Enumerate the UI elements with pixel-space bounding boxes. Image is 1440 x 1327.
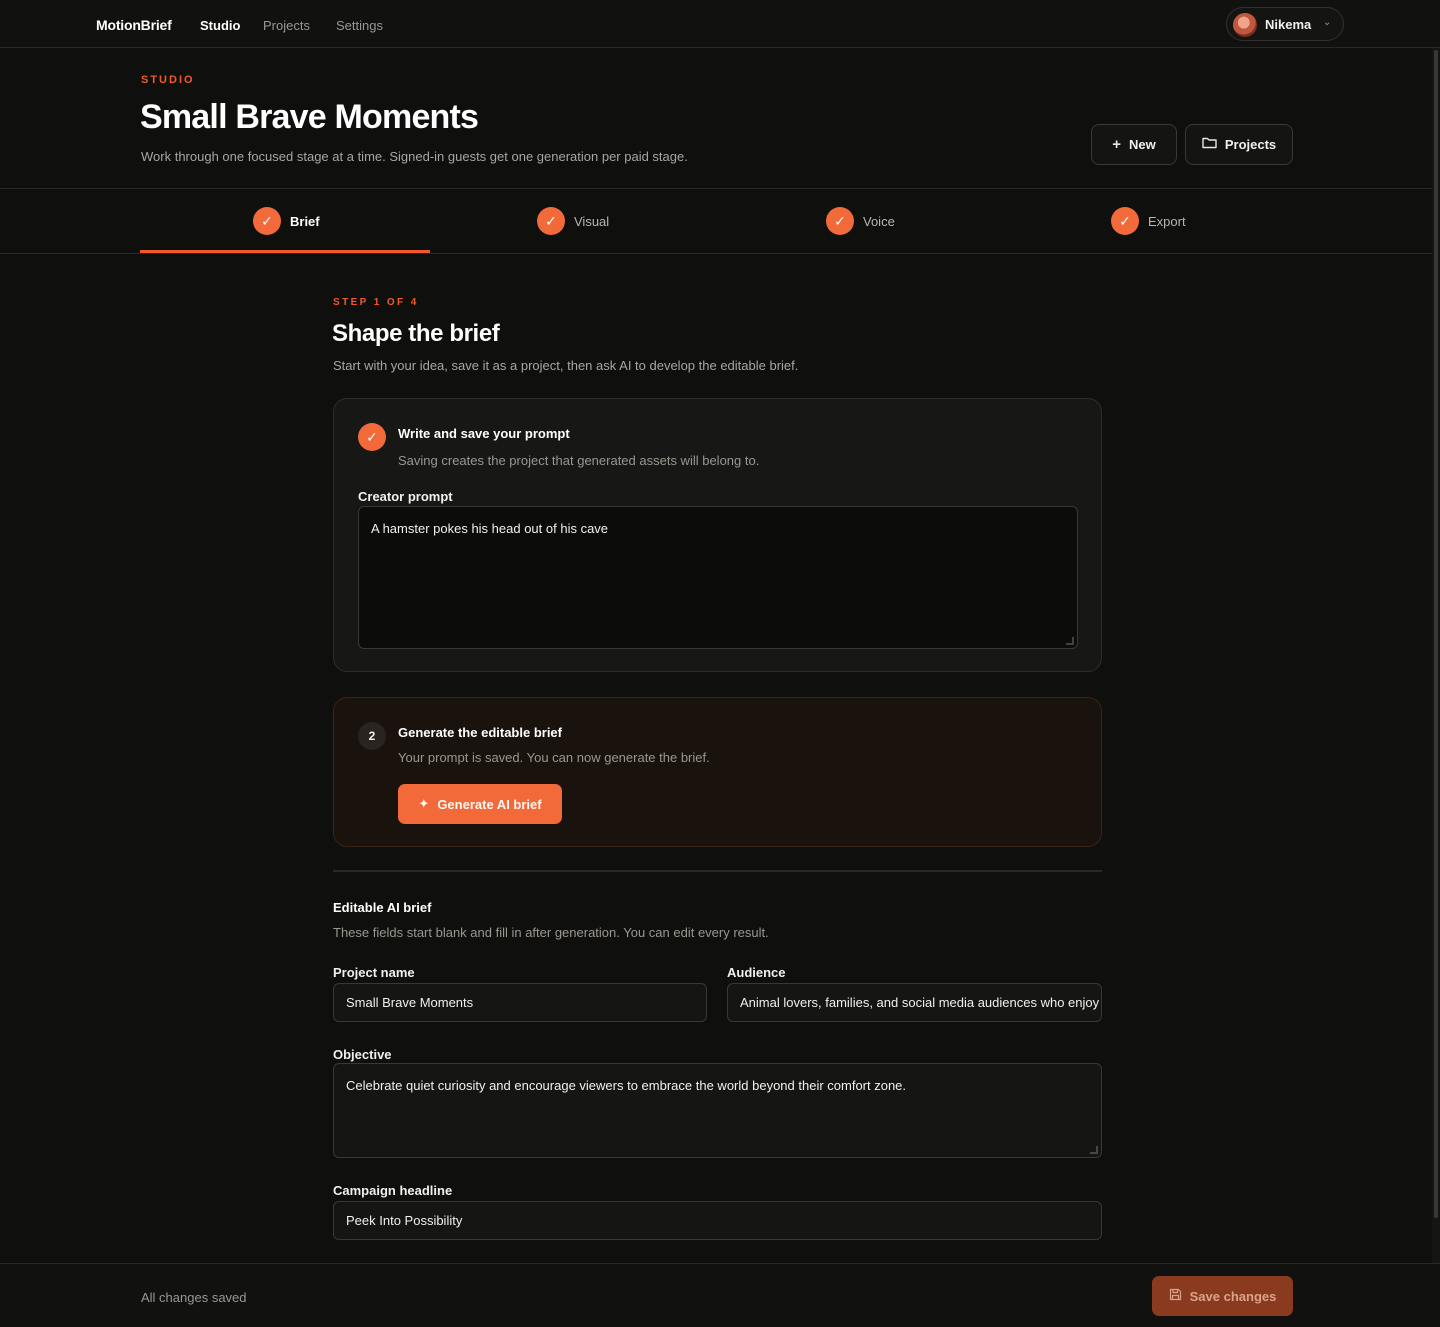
tab-voice[interactable]: ✓ Voice xyxy=(826,206,895,236)
projects-button[interactable]: Projects xyxy=(1185,124,1293,165)
section-divider xyxy=(333,870,1102,872)
check-icon: ✓ xyxy=(1111,207,1139,235)
resize-handle[interactable] xyxy=(1090,1146,1098,1154)
tab-label: Export xyxy=(1148,213,1186,229)
tab-visual[interactable]: ✓ Visual xyxy=(537,206,609,236)
tab-label: Voice xyxy=(863,213,895,229)
avatar xyxy=(1233,13,1257,37)
input-value: Peek Into Possibility xyxy=(346,1213,463,1228)
textarea-value: Celebrate quiet curiosity and encourage … xyxy=(346,1078,907,1093)
page-eyebrow: STUDIO xyxy=(141,74,195,86)
check-icon: ✓ xyxy=(537,207,565,235)
creator-prompt-textarea[interactable]: A hamster pokes his head out of his cave xyxy=(358,506,1078,649)
save-status: All changes saved xyxy=(141,1290,247,1305)
button-label: Generate AI brief xyxy=(437,796,542,812)
objective-label: Objective xyxy=(333,1047,392,1062)
brief-section-title: Editable AI brief xyxy=(333,900,432,915)
stepper-divider xyxy=(0,253,1440,254)
projects-button-label: Projects xyxy=(1224,137,1277,152)
chevron-down-icon: ⌄ xyxy=(1323,17,1332,28)
generate-ai-brief-button[interactable]: ✦ Generate AI brief xyxy=(398,784,562,824)
brief-section-description: These fields start blank and fill in aft… xyxy=(333,925,769,940)
brand-logo[interactable]: MotionBrief xyxy=(96,17,172,33)
nav-link-studio[interactable]: Studio xyxy=(200,18,240,33)
campaign-headline-label: Campaign headline xyxy=(333,1183,453,1198)
check-icon: ✓ xyxy=(826,207,854,235)
scrollbar-thumb[interactable] xyxy=(1434,50,1438,1218)
card-title: Generate the editable brief xyxy=(398,725,562,740)
folder-icon xyxy=(1202,136,1217,153)
project-name-label: Project name xyxy=(333,965,415,980)
step-counter: STEP 1 OF 4 xyxy=(333,297,419,308)
card-description: Your prompt is saved. You can now genera… xyxy=(398,750,710,765)
project-name-input[interactable]: Small Brave Moments xyxy=(333,983,707,1022)
button-label: Save changes xyxy=(1189,1288,1277,1304)
tab-label: Brief xyxy=(290,213,320,229)
header-divider xyxy=(0,188,1440,189)
save-changes-button[interactable]: Save changes xyxy=(1152,1276,1293,1316)
footer-bar: All changes saved Save changes xyxy=(0,1263,1440,1327)
card-description: Saving creates the project that generate… xyxy=(398,453,760,468)
page-title: Small Brave Moments xyxy=(140,98,479,136)
check-icon: ✓ xyxy=(253,207,281,235)
card-title: Write and save your prompt xyxy=(398,426,570,441)
textarea-value: A hamster pokes his head out of his cave xyxy=(371,521,609,536)
tab-label: Visual xyxy=(574,213,610,229)
field-label: Creator prompt xyxy=(358,489,453,504)
resize-handle[interactable] xyxy=(1066,637,1074,645)
user-name: Nikema xyxy=(1265,17,1312,32)
section-title: Shape the brief xyxy=(332,320,500,347)
nav-link-settings[interactable]: Settings xyxy=(336,18,383,33)
sparkle-icon: ✦ xyxy=(418,796,430,811)
input-value: Animal lovers, families, and social medi… xyxy=(740,995,1101,1010)
new-button[interactable]: + New xyxy=(1091,124,1177,165)
top-nav: MotionBrief Studio Projects Settings Nik… xyxy=(0,0,1440,48)
step-number-badge: 2 xyxy=(358,722,386,750)
save-icon xyxy=(1169,1288,1182,1304)
tab-brief[interactable]: ✓ Brief xyxy=(253,206,320,236)
audience-label: Audience xyxy=(727,965,786,980)
page-subtitle: Work through one focused stage at a time… xyxy=(141,149,688,164)
section-subtitle: Start with your idea, save it as a proje… xyxy=(333,358,799,373)
check-icon: ✓ xyxy=(358,423,386,451)
input-value: Small Brave Moments xyxy=(346,995,474,1010)
generate-card: 2 Generate the editable brief Your promp… xyxy=(333,697,1102,847)
plus-icon: + xyxy=(1112,136,1122,153)
objective-textarea[interactable]: Celebrate quiet curiosity and encourage … xyxy=(333,1063,1102,1158)
nav-link-projects[interactable]: Projects xyxy=(263,18,310,33)
prompt-card: ✓ Write and save your prompt Saving crea… xyxy=(333,398,1102,672)
tab-export[interactable]: ✓ Export xyxy=(1111,206,1186,236)
new-button-label: New xyxy=(1129,137,1156,152)
user-menu-button[interactable]: Nikema ⌄ xyxy=(1226,7,1344,41)
campaign-headline-input[interactable]: Peek Into Possibility xyxy=(333,1201,1102,1240)
audience-input[interactable]: Animal lovers, families, and social medi… xyxy=(727,983,1102,1022)
